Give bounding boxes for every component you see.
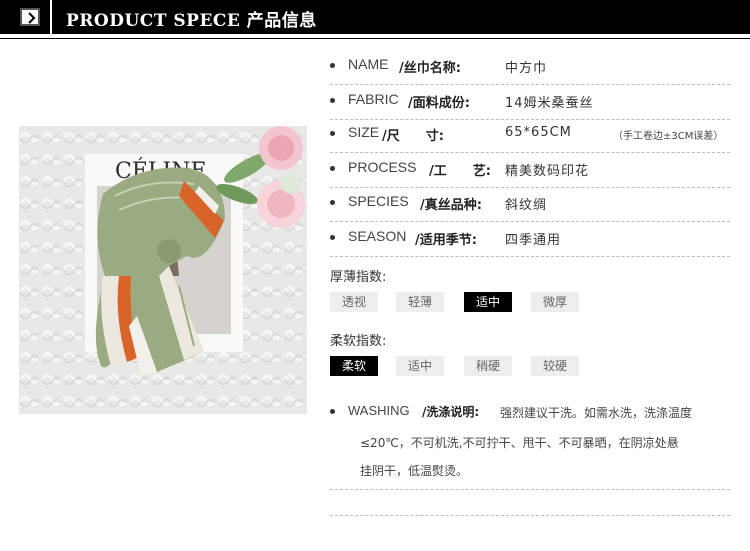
spec-value: 斜纹绸 xyxy=(505,198,548,213)
spec-label-en: FABRIC xyxy=(348,91,399,107)
softness-option: 适中 xyxy=(396,356,444,376)
bullet-dot xyxy=(330,409,335,414)
product-photo: CÉLINE xyxy=(19,126,307,414)
spec-note: （手工卷边±3CM误差） xyxy=(613,131,724,142)
thickness-option: 透视 xyxy=(330,292,378,312)
softness-option: 较硬 xyxy=(531,356,579,376)
header-underline xyxy=(0,38,750,39)
header-bar: PRODUCT SPECE 产品信息 xyxy=(0,0,750,34)
thickness-option: 轻薄 xyxy=(396,292,444,312)
spec-label-cn: /工 艺: xyxy=(429,164,491,179)
spec-row-size: SIZE /尺 寸: 65*65CM （手工卷边±3CM误差） xyxy=(330,119,730,153)
spec-label-cn: /真丝品种: xyxy=(420,198,482,213)
washing-label-cn: /洗涤说明: xyxy=(422,405,480,419)
softness-title: 柔软指数: xyxy=(330,334,387,349)
spec-label-en: SPECIES xyxy=(348,193,409,209)
spec-row-species: SPECIES /真丝品种: 斜纹绸 xyxy=(330,188,730,222)
bullet-dot xyxy=(330,131,335,136)
bullet-dot xyxy=(330,98,335,103)
bullet-dot xyxy=(330,200,335,205)
chevron-right-icon xyxy=(20,8,40,26)
thickness-title: 厚薄指数: xyxy=(330,270,387,285)
spec-value: 中方巾 xyxy=(505,61,548,76)
spec-value: 65*65CM xyxy=(505,125,572,140)
spec-label-en: PROCESS xyxy=(348,159,417,175)
washing-text-line2: ≤20℃，不可机洗,不可拧干、甩干、不可暴晒，在阴凉处悬 xyxy=(360,436,679,450)
spec-row-name: NAME /丝巾名称: 中方巾 xyxy=(330,51,730,85)
bullet-dot xyxy=(330,63,335,68)
washing-section: WASHING /洗涤说明: 强烈建议干洗。如需水洗，洗涤温度 ≤20℃，不可机… xyxy=(330,398,730,490)
spec-value: 四季通用 xyxy=(505,233,562,248)
spec-row-season: SEASON /适用季节: 四季通用 xyxy=(330,223,730,257)
spec-label-cn: /适用季节: xyxy=(415,233,477,248)
spec-value: 精美数码印花 xyxy=(505,164,590,179)
spec-value: 14姆米桑蚕丝 xyxy=(505,96,594,111)
thickness-option-selected: 适中 xyxy=(464,292,512,312)
bottom-divider xyxy=(330,515,730,516)
spec-label-en: SEASON xyxy=(348,228,407,244)
washing-text-line3: 挂阴干，低温熨烫。 xyxy=(360,464,469,478)
thickness-option: 微厚 xyxy=(531,292,579,312)
washing-text-line1: 强烈建议干洗。如需水洗，洗涤温度 xyxy=(500,406,693,420)
bullet-dot xyxy=(330,166,335,171)
softness-option: 稍硬 xyxy=(464,356,512,376)
spec-label-en: SIZE xyxy=(348,124,380,140)
spec-label-cn: /丝巾名称: xyxy=(399,61,461,76)
spec-row-fabric: FABRIC /面料成份: 14姆米桑蚕丝 xyxy=(330,86,730,120)
bullet-dot xyxy=(330,235,335,240)
spec-label-cn: /尺 寸: xyxy=(382,129,444,144)
page-title: PRODUCT SPECE 产品信息 xyxy=(66,11,317,31)
header-divider xyxy=(50,0,52,34)
spec-row-process: PROCESS /工 艺: 精美数码印花 xyxy=(330,154,730,188)
washing-label-en: WASHING xyxy=(348,403,410,418)
spec-label-cn: /面料成份: xyxy=(408,96,470,111)
spec-label-en: NAME xyxy=(348,56,389,72)
softness-option-selected: 柔软 xyxy=(330,356,378,376)
